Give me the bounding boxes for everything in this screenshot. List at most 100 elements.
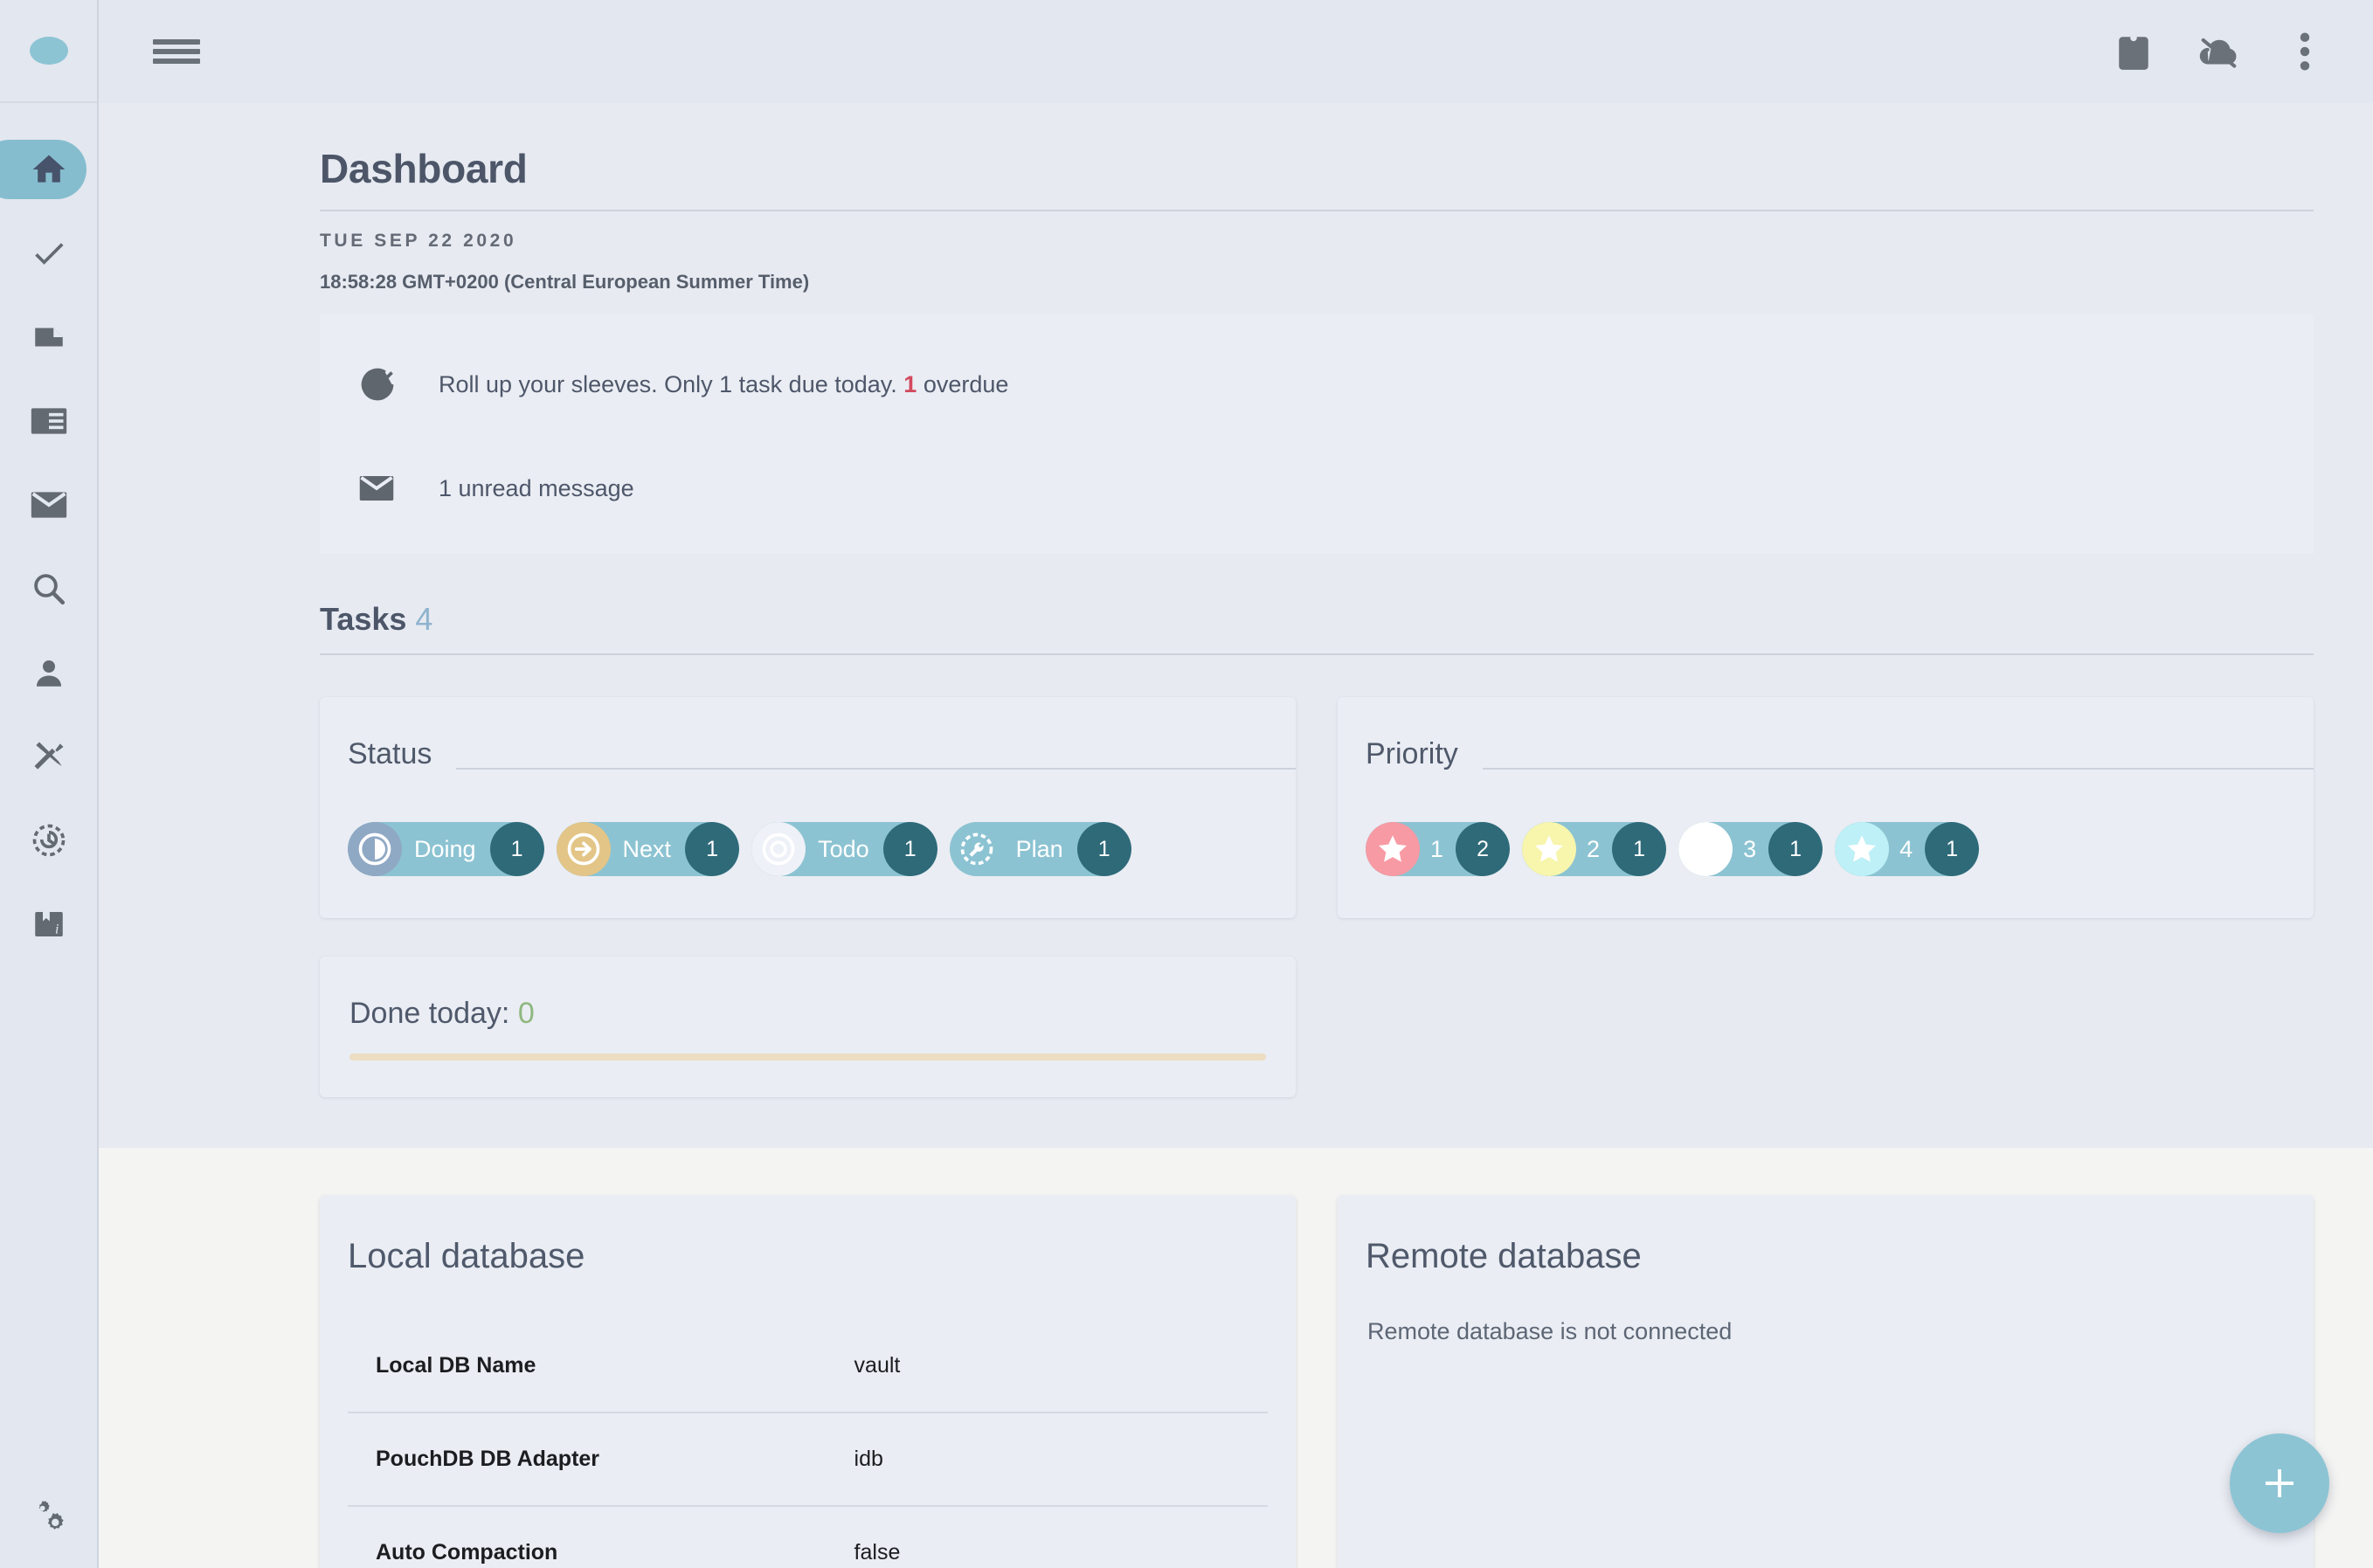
chip-label: 3 bbox=[1743, 835, 1757, 862]
main-column: Dashboard TUE SEP 22 2020 18:58:28 GMT+0… bbox=[99, 0, 2373, 1568]
chip-label: 2 bbox=[1587, 835, 1601, 862]
chip-count-badge: 1 bbox=[489, 822, 544, 876]
check-circle-icon bbox=[361, 368, 394, 401]
sidebar-item-search[interactable] bbox=[0, 547, 98, 631]
notice-unread-message[interactable]: 1 unread message bbox=[320, 461, 2314, 515]
database-section: Local database Local DB Name vault PouchDB… bbox=[99, 1148, 2373, 1568]
status-card: Status Doing 1 Next 1 Todo 1 Plan 1 bbox=[320, 697, 1296, 918]
restore-icon bbox=[32, 824, 65, 857]
chip-label: Next bbox=[622, 835, 672, 862]
chip-avatar bbox=[556, 822, 611, 876]
chip-count-badge: 2 bbox=[1456, 822, 1511, 876]
priority-card: Priority 12213141 bbox=[1338, 697, 2314, 918]
mail-icon bbox=[359, 476, 394, 501]
notice-icon-wrap bbox=[358, 365, 412, 404]
priority-card-divider bbox=[1482, 768, 2314, 770]
title-divider bbox=[320, 210, 2314, 211]
tasks-section-title: Tasks 4 bbox=[320, 601, 2314, 638]
status-chip-doing[interactable]: Doing 1 bbox=[348, 822, 544, 876]
status-card-divider bbox=[456, 768, 1296, 770]
priority-chip-2[interactable]: 21 bbox=[1522, 822, 1667, 876]
clipboard-icon bbox=[2119, 34, 2148, 70]
db-property-key: Auto Compaction bbox=[348, 1505, 827, 1568]
sidebar-item-contacts[interactable] bbox=[0, 631, 98, 715]
table-row: PouchDB DB Adapter idb bbox=[348, 1412, 1268, 1506]
sidebar-item-history[interactable] bbox=[0, 798, 98, 882]
clipboard-button[interactable] bbox=[2111, 29, 2156, 74]
notice-tasks-due[interactable]: Roll up your sleeves. Only 1 task due to… bbox=[320, 353, 2314, 416]
sidebar: i bbox=[0, 0, 99, 1568]
plus-icon bbox=[2266, 1469, 2293, 1497]
local-database-title: Local database bbox=[348, 1237, 585, 1275]
db-property-value: idb bbox=[826, 1412, 1268, 1506]
sidebar-item-settings[interactable] bbox=[0, 1463, 98, 1568]
current-time: 18:58:28 GMT+0200 (Central European Summ… bbox=[320, 271, 810, 293]
tasks-heading: Tasks bbox=[320, 601, 407, 637]
priority-card-title: Priority bbox=[1366, 737, 1458, 770]
dashboard-inner: Dashboard TUE SEP 22 2020 18:58:28 GMT+0… bbox=[99, 103, 2373, 1097]
add-button[interactable] bbox=[2230, 1433, 2329, 1533]
sidebar-logo-zone bbox=[0, 0, 97, 103]
remote-database-title: Remote database bbox=[1366, 1237, 1642, 1275]
remote-database-card: Remote database Remote database is not c… bbox=[1338, 1195, 2314, 1568]
check-icon bbox=[34, 243, 63, 265]
local-database-card: Local database Local DB Name vault PouchDB… bbox=[320, 1195, 1296, 1568]
chip-label: Plan bbox=[1015, 835, 1063, 862]
status-chip-next[interactable]: Next 1 bbox=[556, 822, 740, 876]
notice-tasks-after: overdue bbox=[923, 370, 1009, 397]
mail-icon bbox=[31, 492, 66, 518]
chip-avatar bbox=[751, 822, 806, 876]
cloud-off-icon bbox=[2199, 38, 2237, 68]
chip-count-badge: 1 bbox=[1768, 822, 1823, 876]
sidebar-item-tasks[interactable] bbox=[0, 211, 98, 295]
priority-chip-1[interactable]: 12 bbox=[1366, 822, 1511, 876]
chip-label: 1 bbox=[1430, 835, 1444, 862]
chip-count-badge: 1 bbox=[882, 822, 937, 876]
done-today-progress bbox=[349, 1053, 1266, 1060]
chip-avatar bbox=[1522, 822, 1577, 876]
db-property-value: vault bbox=[854, 1353, 901, 1378]
current-date: TUE SEP 22 2020 bbox=[320, 231, 517, 251]
status-chip-row: Doing 1 Next 1 Todo 1 Plan 1 bbox=[320, 792, 1296, 918]
sidebar-nav-list: i bbox=[0, 103, 97, 966]
chip-avatar bbox=[348, 822, 402, 876]
remote-database-status: Remote database is not connected bbox=[1367, 1318, 1733, 1344]
sidebar-item-home[interactable] bbox=[0, 128, 98, 211]
target-icon bbox=[762, 832, 795, 866]
status-card-title: Status bbox=[348, 737, 432, 770]
chip-label: 4 bbox=[1899, 835, 1913, 862]
priority-chip-3[interactable]: 31 bbox=[1678, 822, 1823, 876]
pie-clock-icon bbox=[358, 832, 391, 866]
notice-unread-text: 1 unread message bbox=[439, 474, 634, 501]
settings-gears-icon bbox=[38, 1501, 64, 1530]
table-row: Auto Compaction false bbox=[348, 1505, 1268, 1568]
sidebar-item-info[interactable]: i bbox=[0, 882, 98, 966]
tasks-count: 4 bbox=[415, 601, 433, 637]
tasks-cards-row: Status Doing 1 Next 1 Todo 1 Plan 1 Priority 12… bbox=[320, 697, 2314, 918]
status-chip-todo[interactable]: Todo 1 bbox=[751, 822, 937, 876]
notices-panel: Roll up your sleeves. Only 1 task due to… bbox=[320, 314, 2314, 554]
priority-card-head: Priority bbox=[1338, 697, 2314, 792]
app-logo-icon[interactable] bbox=[29, 37, 68, 65]
sidebar-item-mail[interactable] bbox=[0, 463, 98, 547]
note-icon bbox=[34, 328, 63, 347]
status-chip-plan[interactable]: Plan 1 bbox=[949, 822, 1131, 876]
table-row: Local DB Name vault bbox=[348, 1320, 1268, 1413]
hamburger-icon[interactable] bbox=[153, 34, 200, 69]
page-title: Dashboard bbox=[320, 146, 528, 191]
priority-chip-4[interactable]: 41 bbox=[1835, 822, 1980, 876]
info-book-icon: i bbox=[34, 912, 63, 937]
sidebar-item-tools[interactable] bbox=[0, 715, 98, 798]
sidebar-item-notes[interactable] bbox=[0, 295, 98, 379]
home-icon bbox=[32, 155, 65, 183]
topbar-actions bbox=[2111, 29, 2328, 74]
sidebar-item-journal[interactable] bbox=[0, 379, 98, 463]
db-property-value: false bbox=[826, 1505, 1268, 1568]
done-today-label: Done today: bbox=[349, 997, 510, 1030]
chip-count-badge: 1 bbox=[685, 822, 740, 876]
chip-avatar bbox=[949, 822, 1004, 876]
more-options-button[interactable] bbox=[2282, 29, 2328, 74]
done-today-value: 0 bbox=[517, 997, 535, 1030]
done-today-title: Done today: 0 bbox=[349, 997, 1266, 1031]
cloud-off-button[interactable] bbox=[2197, 29, 2242, 74]
